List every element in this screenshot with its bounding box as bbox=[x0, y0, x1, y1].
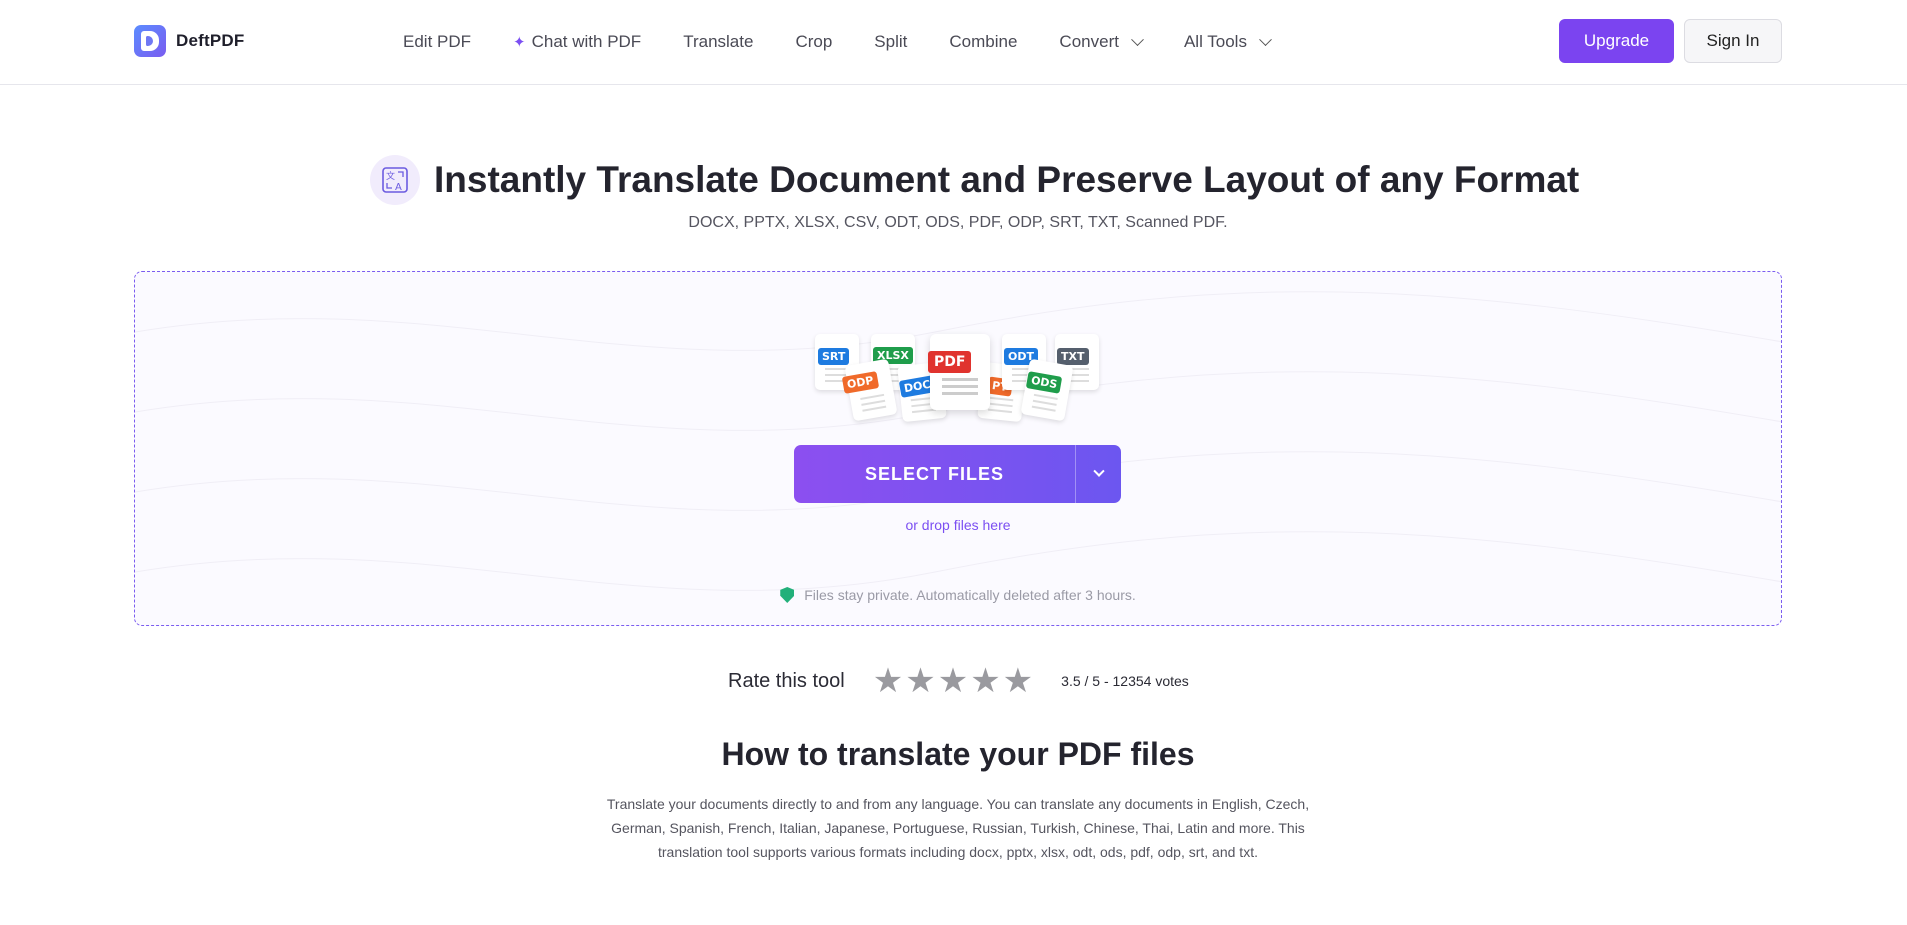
star-icon-3[interactable]: ★ bbox=[938, 664, 968, 698]
svg-text:A: A bbox=[395, 182, 402, 193]
upload-source-dropdown[interactable] bbox=[1075, 445, 1121, 503]
nav-translate[interactable]: Translate bbox=[683, 32, 753, 52]
supported-formats: DOCX, PPTX, XLSX, CSV, ODT, ODS, PDF, OD… bbox=[688, 214, 1228, 231]
rate-label: Rate this tool bbox=[728, 669, 845, 692]
star-icon-1[interactable]: ★ bbox=[873, 664, 903, 698]
chevron-down-icon bbox=[1092, 465, 1105, 477]
nav-label: Chat with PDF bbox=[531, 32, 642, 51]
drop-files-hint: or drop files here bbox=[905, 517, 1011, 533]
star-icon-5[interactable]: ★ bbox=[1003, 664, 1033, 698]
main-nav: Edit PDF ✦ Chat with PDF Translate Crop … bbox=[403, 0, 1312, 84]
nav-label: All Tools bbox=[1183, 32, 1247, 51]
file-tag: PDF bbox=[928, 351, 972, 373]
star-rating: ★ ★ ★ ★ ★ bbox=[873, 664, 1033, 698]
how-to-title: How to translate your PDF files bbox=[721, 736, 1195, 772]
top-header: DeftPDF Edit PDF ✦ Chat with PDF Transla… bbox=[0, 0, 1907, 85]
file-format-illustration: SRT XLSX ODP DOC PT ODT TXT ODS PDF bbox=[815, 334, 1100, 424]
hero-heading: 文 A Instantly Translate Document and Pre… bbox=[370, 155, 1579, 205]
nav-label: Crop bbox=[795, 32, 833, 51]
sign-in-button[interactable]: Sign In bbox=[1684, 19, 1782, 63]
rating-summary: 3.5 / 5 - 12354 votes bbox=[1061, 673, 1189, 689]
svg-text:文: 文 bbox=[386, 170, 395, 182]
nav-crop[interactable]: Crop bbox=[795, 32, 832, 52]
shield-check-icon bbox=[780, 587, 795, 603]
brand-name: DeftPDF bbox=[176, 31, 245, 50]
nav-combine[interactable]: Combine bbox=[949, 32, 1017, 52]
nav-label: Split bbox=[874, 32, 908, 51]
nav-edit-pdf[interactable]: Edit PDF bbox=[403, 32, 471, 52]
rating-widget: Rate this tool ★ ★ ★ ★ ★ 3.5 / 5 - 12354… bbox=[728, 664, 1189, 698]
nav-split[interactable]: Split bbox=[874, 32, 907, 52]
file-tag: SRT bbox=[818, 348, 850, 365]
logo-icon bbox=[134, 25, 166, 57]
nav-label: Translate bbox=[683, 32, 754, 51]
translate-icon: 文 A bbox=[370, 155, 420, 205]
file-tag: TXT bbox=[1057, 348, 1089, 365]
how-to-description: Translate your documents directly to and… bbox=[606, 796, 1310, 860]
page-title: Instantly Translate Document and Preserv… bbox=[434, 159, 1580, 200]
sparkle-icon: ✦ bbox=[513, 34, 526, 51]
star-icon-2[interactable]: ★ bbox=[905, 664, 935, 698]
chevron-down-icon bbox=[1131, 32, 1144, 46]
logo[interactable]: DeftPDF bbox=[134, 25, 244, 57]
privacy-notice: Files stay private. Automatically delete… bbox=[0, 587, 1907, 603]
nav-all-tools-dropdown[interactable]: All Tools bbox=[1183, 32, 1272, 52]
upgrade-button[interactable]: Upgrade bbox=[1559, 19, 1674, 63]
chevron-down-icon bbox=[1259, 32, 1272, 46]
nav-label: Convert bbox=[1059, 32, 1119, 51]
nav-label: Edit PDF bbox=[403, 32, 472, 51]
nav-chat-with-pdf[interactable]: ✦ Chat with PDF bbox=[513, 32, 641, 52]
privacy-text: Files stay private. Automatically delete… bbox=[804, 587, 1136, 603]
select-files-button[interactable]: SELECT FILES bbox=[794, 445, 1075, 503]
nav-convert-dropdown[interactable]: Convert bbox=[1059, 32, 1144, 52]
star-icon-4[interactable]: ★ bbox=[970, 664, 1000, 698]
select-files-button-group: SELECT FILES bbox=[794, 445, 1121, 503]
nav-label: Combine bbox=[949, 32, 1018, 51]
